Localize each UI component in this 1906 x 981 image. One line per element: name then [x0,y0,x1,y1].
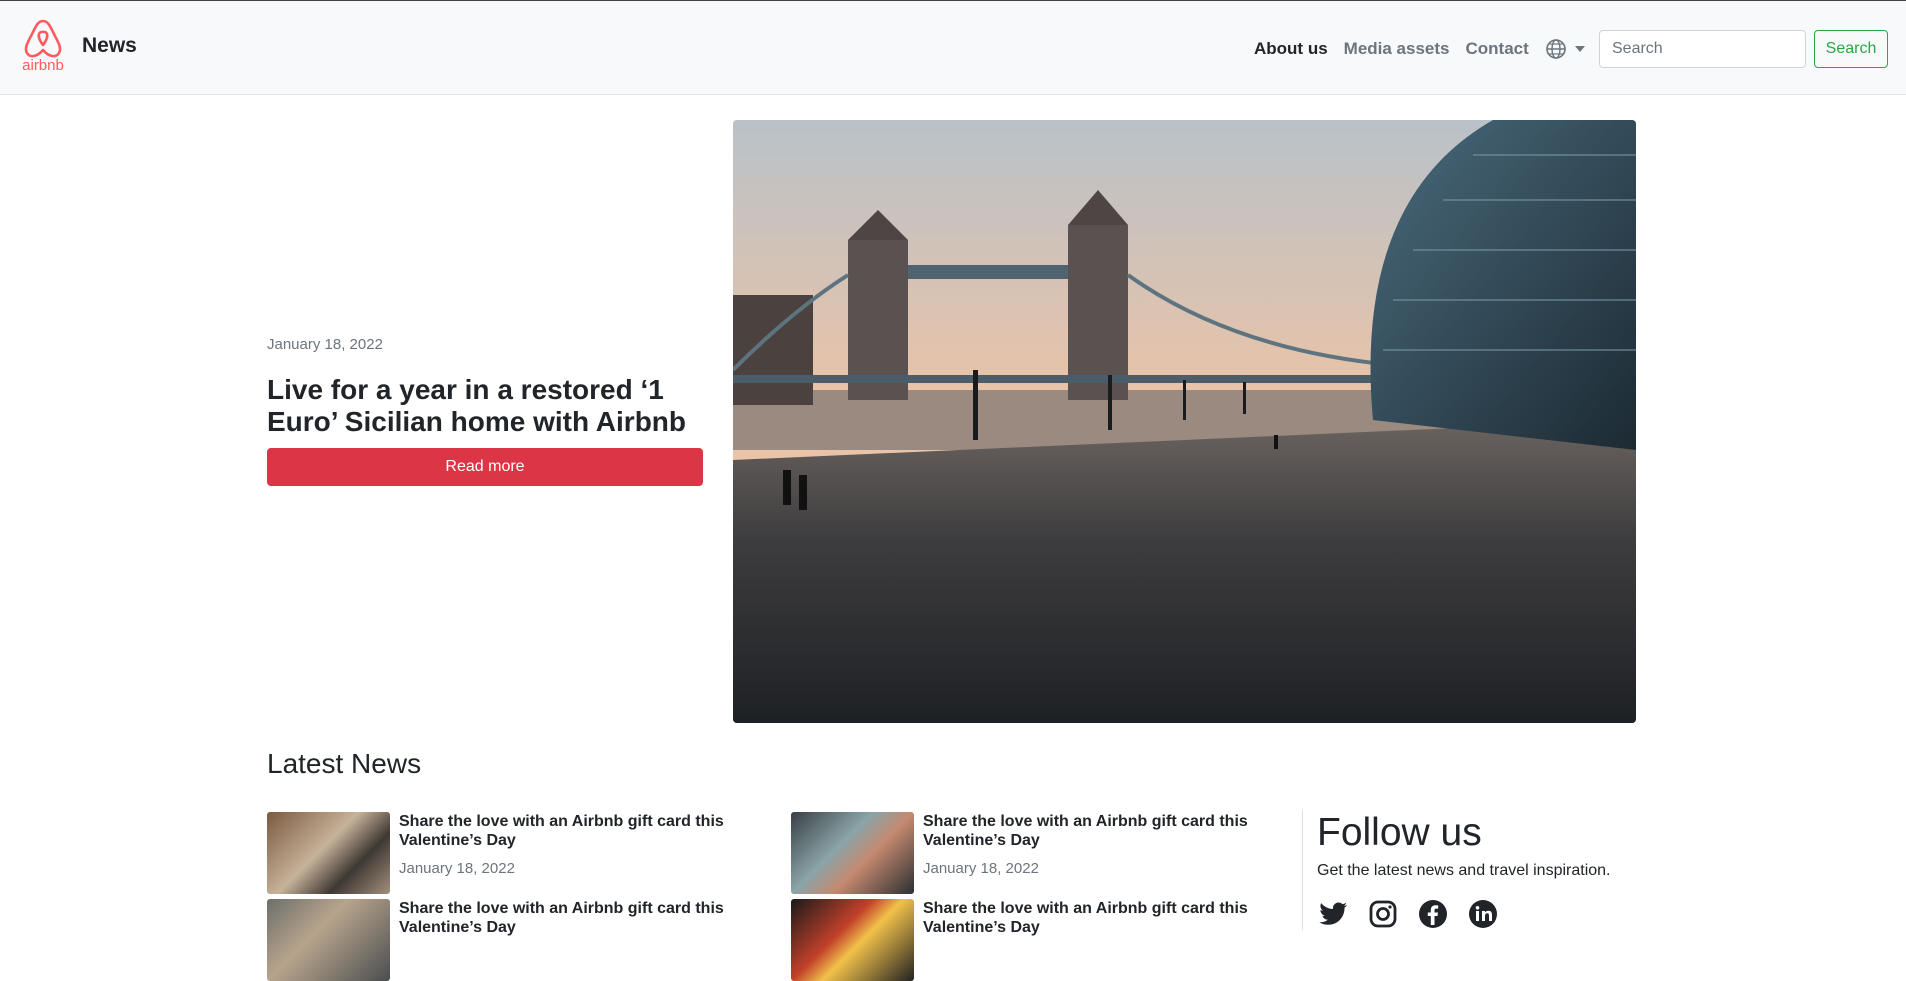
read-more-button[interactable]: Read more [267,448,703,486]
news-date: January 18, 2022 [923,860,1039,877]
linkedin-icon[interactable] [1467,898,1499,930]
globe-icon [1545,39,1566,59]
social-links [1317,898,1642,930]
search-button[interactable]: Search [1814,30,1888,68]
news-date: January 18, 2022 [399,860,515,877]
nav-contact[interactable]: Contact [1466,39,1529,59]
brand-name: News [82,34,137,57]
search-input[interactable] [1599,30,1806,68]
top-navbar: airbnb News About us Media assets Contac… [0,0,1906,95]
latest-news-heading: Latest News [267,748,422,779]
instagram-icon[interactable] [1367,898,1399,930]
hero-date: January 18, 2022 [267,336,383,353]
chevron-down-icon [1574,46,1585,52]
airbnb-logo[interactable]: airbnb [18,17,68,73]
airbnb-logo-icon [24,19,62,58]
nav-about-us[interactable]: About us [1254,39,1328,59]
news-item[interactable]: Share the love with an Airbnb gift card … [791,812,1253,894]
news-thumbnail[interactable] [267,812,390,894]
facebook-icon[interactable] [1417,898,1449,930]
language-dropdown[interactable] [1545,38,1585,60]
news-title[interactable]: Share the love with an Airbnb gift card … [399,899,729,937]
hero-photo-tower-bridge [733,120,1636,723]
news-item[interactable]: Share the love with an Airbnb gift card … [791,899,1253,981]
main-nav: About us Media assets Contact [1254,38,1585,60]
news-item[interactable]: Share the love with an Airbnb gift card … [267,812,729,894]
news-thumbnail[interactable] [791,899,914,981]
news-title[interactable]: Share the love with an Airbnb gift card … [399,812,729,850]
news-item[interactable]: Share the love with an Airbnb gift card … [267,899,729,981]
hero-image[interactable] [733,120,1636,723]
news-title[interactable]: Share the love with an Airbnb gift card … [923,899,1253,937]
news-thumbnail[interactable] [267,899,390,981]
news-thumbnail[interactable] [791,812,914,894]
logo-wordmark: airbnb [22,57,64,74]
follow-us-title: Follow us [1317,811,1482,854]
news-title[interactable]: Share the love with an Airbnb gift card … [923,812,1253,850]
follow-us-section: Follow us Get the latest news and travel… [1302,810,1642,930]
brand[interactable]: airbnb News [18,17,137,73]
hero-title[interactable]: Live for a year in a restored ‘1 Euro’ S… [267,374,717,438]
nav-media-assets[interactable]: Media assets [1344,39,1450,59]
follow-us-subtitle: Get the latest news and travel inspirati… [1317,862,1611,879]
twitter-icon[interactable] [1317,898,1349,930]
